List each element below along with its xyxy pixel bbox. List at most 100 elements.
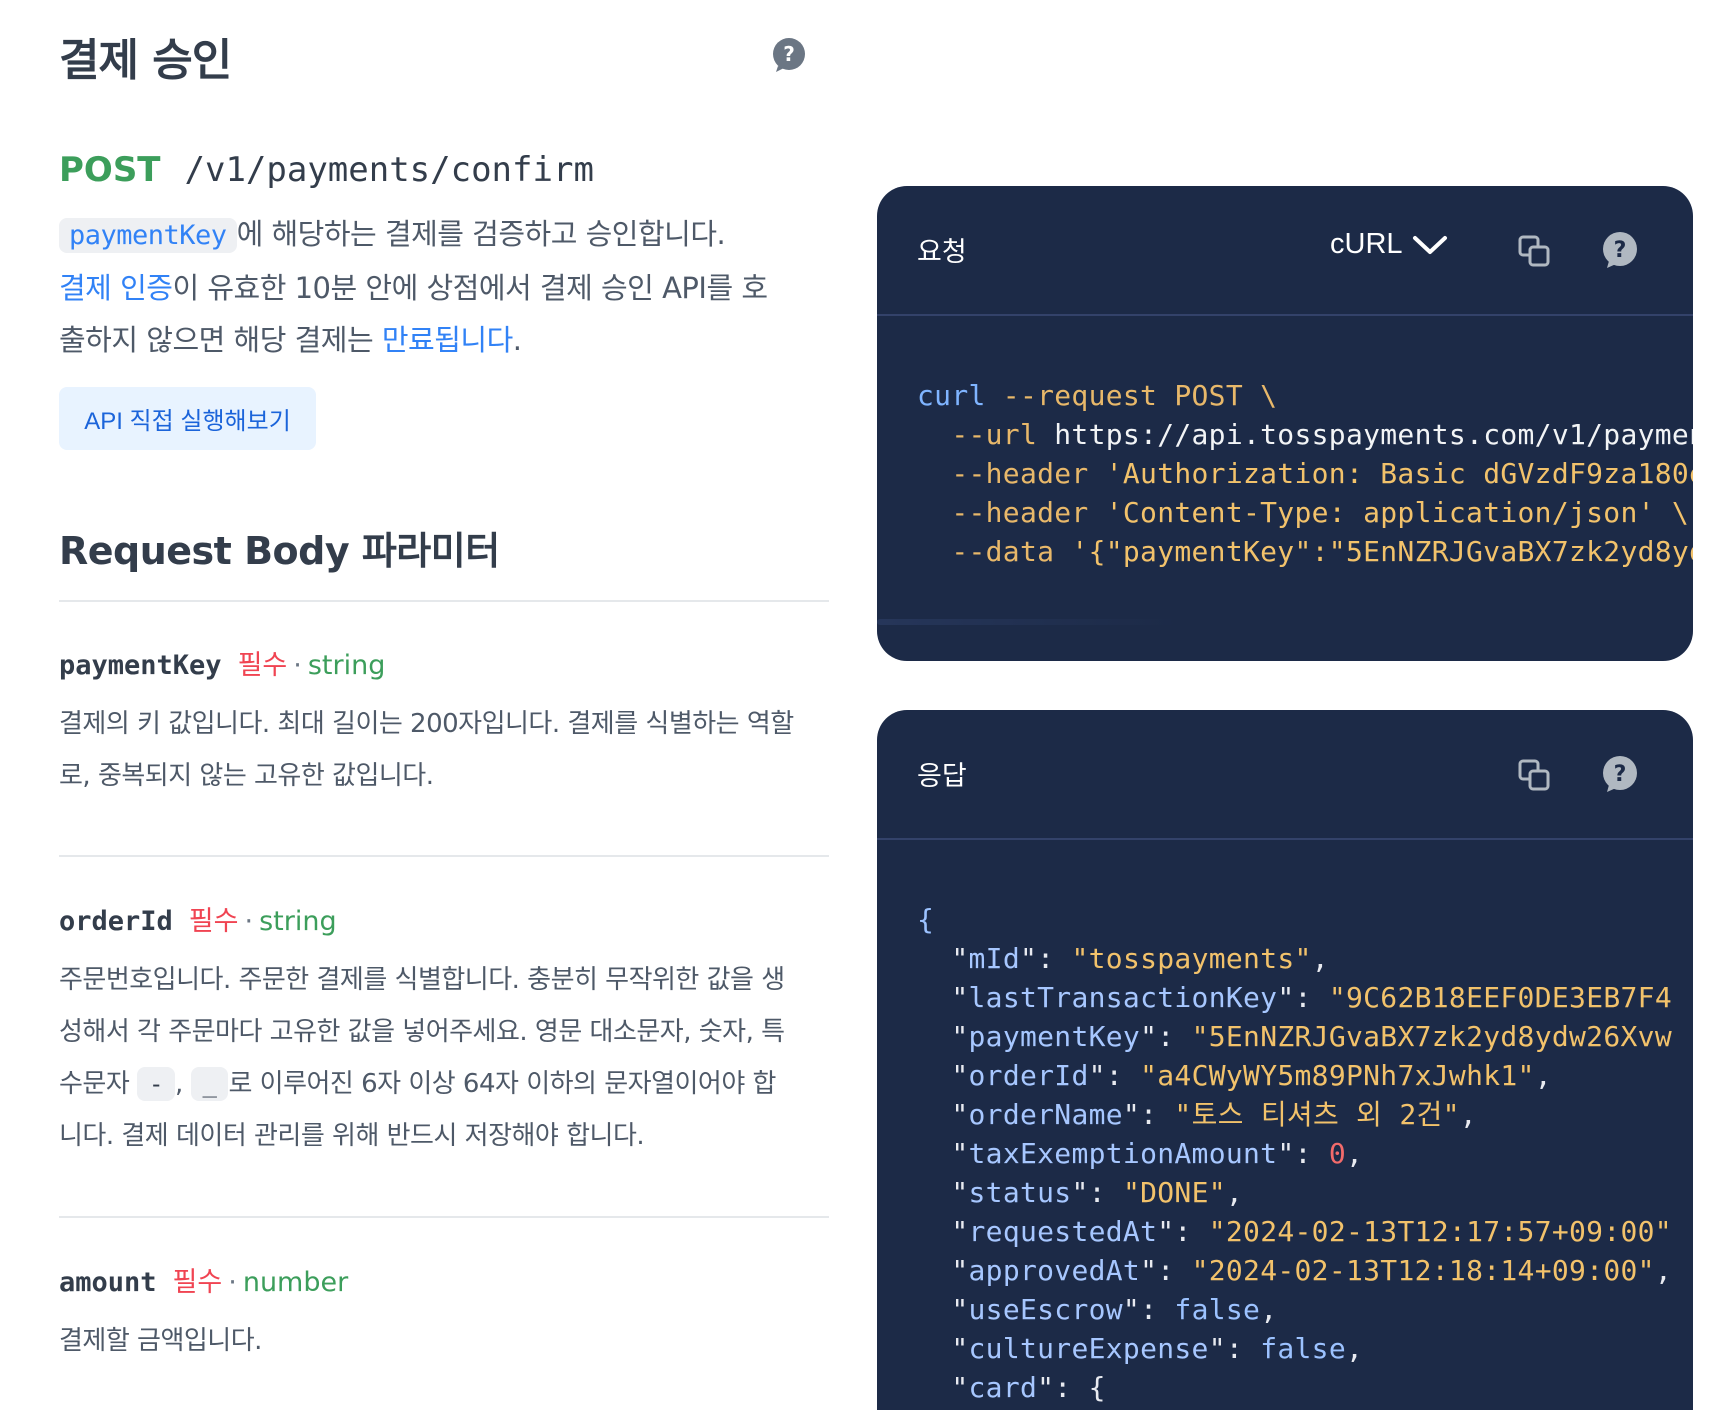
- underscore-chip: _: [190, 1067, 229, 1101]
- chip-separator: ,: [174, 1069, 191, 1099]
- payment-auth-link[interactable]: 결제 인증: [59, 271, 173, 305]
- code-string: '{"paymentKey":"5EnNZRJGvaBX7zk2yd8yd: [1071, 535, 1693, 568]
- svg-text:?: ?: [1614, 238, 1627, 263]
- json-colon: ":: [1157, 1215, 1209, 1248]
- divider: [59, 600, 829, 602]
- try-api-button[interactable]: API 직접 실행해보기: [59, 387, 316, 450]
- code-command: curl: [917, 379, 986, 412]
- json-colon: ":: [1122, 1098, 1175, 1131]
- json-quote: ": [951, 1059, 969, 1092]
- json-key: orderId: [968, 1059, 1089, 1092]
- request-code: curl --request POST \ --url https://api.…: [917, 376, 1693, 571]
- endpoint-description: paymentKey 에 해당하는 결제를 검증하고 승인합니다. 결제 인증이 …: [59, 208, 779, 366]
- json-colon: ":: [1122, 1293, 1175, 1326]
- json-key: card: [968, 1371, 1038, 1404]
- copy-icon[interactable]: [1517, 758, 1551, 792]
- json-key: useEscrow: [968, 1293, 1123, 1326]
- param-separator: ·: [244, 906, 254, 937]
- json-value: false: [1174, 1293, 1261, 1326]
- json-value: "DONE": [1122, 1176, 1226, 1209]
- param-required: 필수: [237, 650, 288, 681]
- json-quote: ": [951, 1332, 969, 1365]
- param-paymentKey: paymentKey 필수 · string 결제의 키 값입니다. 최대 길이는 2…: [59, 648, 799, 802]
- json-colon: ":: [1208, 1332, 1261, 1365]
- param-amount: amount 필수 · number 결제할 금액입니다.: [59, 1265, 799, 1367]
- request-code-panel: 요청 cURL ? curl --request POST \ --url ht…: [877, 186, 1693, 661]
- param-required: 필수: [172, 1267, 223, 1298]
- language-select[interactable]: cURL: [1330, 228, 1449, 261]
- divider: [59, 855, 829, 857]
- json-quote: ": [951, 1098, 969, 1131]
- json-quote: ": [951, 1371, 969, 1404]
- json-comma: ,: [1459, 1098, 1477, 1131]
- svg-text:?: ?: [783, 42, 795, 66]
- param-name: orderId: [59, 906, 173, 937]
- json-colon: ":: [1277, 1137, 1329, 1170]
- param-type: string: [307, 650, 386, 681]
- json-quote: ": [951, 1254, 969, 1287]
- payment-key-chip: paymentKey: [59, 218, 237, 253]
- http-method: POST: [59, 150, 161, 190]
- json-key: paymentKey: [968, 1020, 1141, 1053]
- param-type: string: [259, 906, 337, 937]
- copy-icon[interactable]: [1517, 234, 1551, 268]
- code-flag: --url: [917, 418, 1055, 451]
- expire-link[interactable]: 만료됩니다: [382, 323, 513, 357]
- json-colon: ":: [1071, 1176, 1123, 1209]
- param-separator: ·: [228, 1267, 237, 1298]
- question-circle-icon[interactable]: ?: [1600, 230, 1640, 270]
- param-type: number: [242, 1267, 349, 1298]
- json-colon: ":: [1019, 942, 1072, 975]
- section-title: Request Body 파라미터: [59, 529, 500, 573]
- divider: [59, 1216, 829, 1218]
- horizontal-scrollbar[interactable]: [877, 619, 1177, 625]
- page: 결제 승인 ? POST/v1/payments/confirm payment…: [0, 0, 1720, 1410]
- json-value: "9C62B18EEF0DE3EB7F4: [1328, 981, 1672, 1014]
- json-quote: ": [951, 1293, 969, 1326]
- param-description: 주문번호입니다. 주문한 결제를 식별합니다. 충분히 무작위한 값을 생성해서…: [59, 954, 799, 1162]
- chevron-down-icon: [1412, 235, 1447, 254]
- param-name: amount: [59, 1267, 157, 1298]
- panel-header: 요청 cURL ?: [877, 186, 1693, 316]
- json-key: approvedAt: [968, 1254, 1141, 1287]
- json-key: cultureExpense: [968, 1332, 1209, 1365]
- param-description: 결제할 금액입니다.: [59, 1326, 262, 1356]
- json-colon: ":: [1140, 1254, 1192, 1287]
- json-colon: ":: [1140, 1020, 1192, 1053]
- code-flag: --header: [917, 496, 1106, 529]
- code-string: 'Authorization: Basic dGVzdF9za180e: [1105, 457, 1693, 490]
- json-quote: ": [951, 1176, 969, 1209]
- question-circle-icon[interactable]: ?: [770, 36, 808, 74]
- param-description: 결제의 키 값입니다. 최대 길이는 200자입니다. 결제를 식별하는 역할로…: [59, 709, 794, 791]
- json-comma: ,: [1534, 1059, 1552, 1092]
- json-colon: ":: [1088, 1059, 1141, 1092]
- json-quote: ": [951, 942, 969, 975]
- hyphen-chip: -: [137, 1067, 175, 1101]
- json-key: requestedAt: [968, 1215, 1158, 1248]
- json-value: "2024-02-13T12:17:57+09:00": [1208, 1215, 1672, 1248]
- panel-header: 응답 ?: [877, 710, 1693, 840]
- json-colon: ":: [1277, 981, 1329, 1014]
- json-key: orderName: [968, 1098, 1123, 1131]
- svg-text:?: ?: [1614, 762, 1627, 787]
- panel-title: 응답: [917, 761, 967, 791]
- json-key: mId: [968, 942, 1020, 975]
- language-label: cURL: [1330, 228, 1403, 260]
- json-quote: ": [951, 1215, 969, 1248]
- json-value: "tosspayments": [1071, 942, 1312, 975]
- json-value: 0: [1328, 1137, 1346, 1170]
- json-quote: ": [951, 1137, 969, 1170]
- json-key: taxExemptionAmount: [968, 1137, 1278, 1170]
- page-title: 결제 승인: [59, 35, 232, 86]
- code-flag: --data: [917, 535, 1072, 568]
- panel-title: 요청: [917, 237, 967, 267]
- json-key: status: [968, 1176, 1072, 1209]
- json-quote: ": [951, 1020, 969, 1053]
- json-quote: ": [951, 981, 969, 1014]
- question-circle-icon[interactable]: ?: [1600, 754, 1640, 794]
- json-comma: ,: [1654, 1254, 1672, 1287]
- json-comma: ,: [1225, 1176, 1244, 1209]
- response-code-panel: 응답 ? { "mId": "tosspayments", "lastTrans…: [877, 710, 1693, 1410]
- json-comma: ,: [1260, 1293, 1278, 1326]
- param-orderId: orderId 필수 · string 주문번호입니다. 주문한 결제를 식별합니다.…: [59, 904, 799, 1162]
